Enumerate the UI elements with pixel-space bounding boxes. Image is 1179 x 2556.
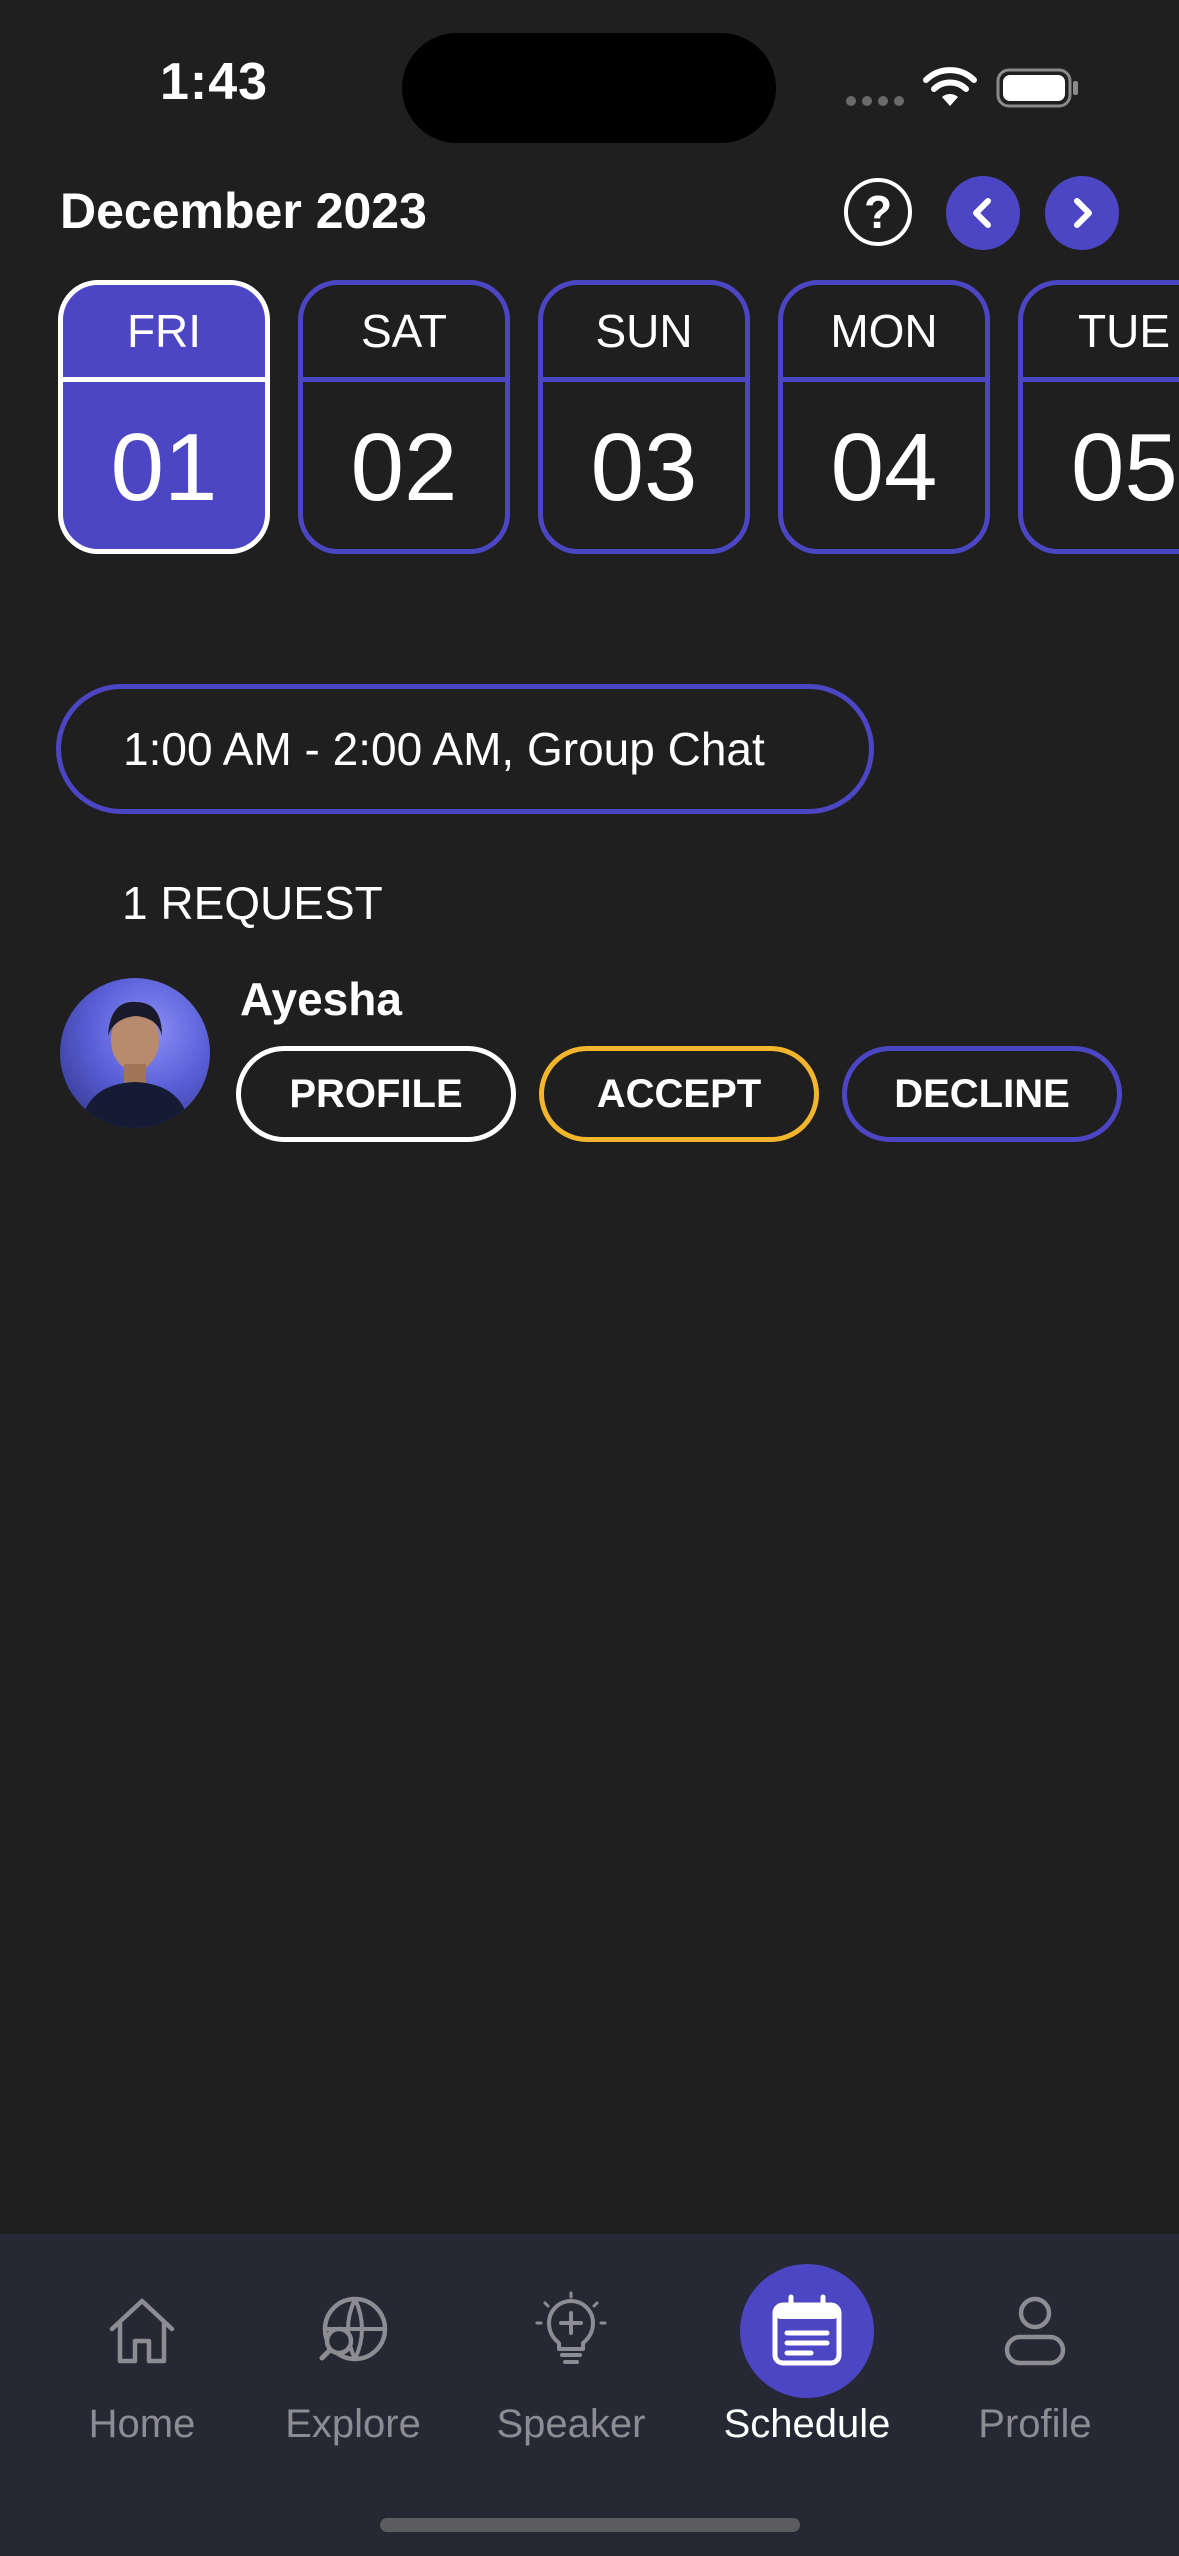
home-icon [109, 2298, 175, 2364]
dynamic-island [402, 33, 776, 143]
day-name: MON [783, 285, 985, 382]
cellular-signal-icon [846, 96, 904, 106]
day-name: SAT [303, 285, 505, 382]
accept-button[interactable]: ACCEPT [539, 1046, 819, 1142]
chevron-right-icon [1074, 198, 1092, 228]
previous-week-button[interactable] [946, 176, 1020, 250]
wifi-icon [923, 67, 977, 106]
day-card-sun[interactable]: SUN 03 [538, 280, 750, 554]
tab-profile[interactable]: Profile [935, 2264, 1135, 2464]
day-number: 05 [1071, 414, 1178, 521]
lightbulb-icon [535, 2291, 607, 2364]
help-icon: ? [863, 186, 893, 238]
avatar-portrait [80, 1001, 190, 1128]
month-title: December 2023 [60, 183, 427, 239]
schedule-screen: 1:43 December 2023 ? FRI 01 SAT 02 SUN 0… [0, 0, 1179, 2556]
tab-label: Speaker [496, 2402, 646, 2446]
tab-label: Profile [978, 2402, 1092, 2446]
day-card-tue[interactable]: TUE 05 [1018, 280, 1179, 554]
help-button[interactable]: ? [844, 178, 912, 246]
event-slot[interactable]: 1:00 AM - 2:00 AM, Group Chat [56, 684, 874, 814]
view-profile-button[interactable]: PROFILE [236, 1046, 516, 1142]
tab-schedule[interactable]: Schedule [707, 2264, 907, 2464]
tab-speaker[interactable]: Speaker [471, 2264, 671, 2464]
day-number: 01 [110, 414, 218, 521]
day-number: 04 [830, 414, 938, 521]
avatar [60, 978, 210, 1128]
event-label: 1:00 AM - 2:00 AM, Group Chat [123, 723, 765, 775]
requester-name: Ayesha [240, 973, 402, 1025]
tab-label: Home [88, 2402, 196, 2446]
decline-button[interactable]: DECLINE [842, 1046, 1122, 1142]
chevron-left-icon [973, 198, 991, 228]
day-name: SUN [543, 285, 745, 382]
day-number: 02 [350, 414, 458, 521]
day-card-fri[interactable]: FRI 01 [58, 280, 270, 554]
calendar-icon [772, 2294, 842, 2366]
next-week-button[interactable] [1045, 176, 1119, 250]
battery-icon [996, 68, 1078, 108]
status-time: 1:43 [160, 53, 269, 111]
person-icon [1004, 2296, 1066, 2366]
tab-label: Schedule [723, 2402, 891, 2446]
day-card-sat[interactable]: SAT 02 [298, 280, 510, 554]
tab-explore[interactable]: Explore [253, 2264, 453, 2464]
day-number: 03 [590, 414, 698, 521]
home-indicator[interactable] [380, 2518, 800, 2532]
day-name: TUE [1023, 285, 1179, 382]
request-count: 1 REQUEST [122, 877, 383, 929]
day-name: FRI [63, 285, 265, 382]
tab-label: Explore [285, 2402, 421, 2446]
globe-search-icon [319, 2296, 388, 2362]
day-card-mon[interactable]: MON 04 [778, 280, 990, 554]
tab-home[interactable]: Home [42, 2264, 242, 2464]
